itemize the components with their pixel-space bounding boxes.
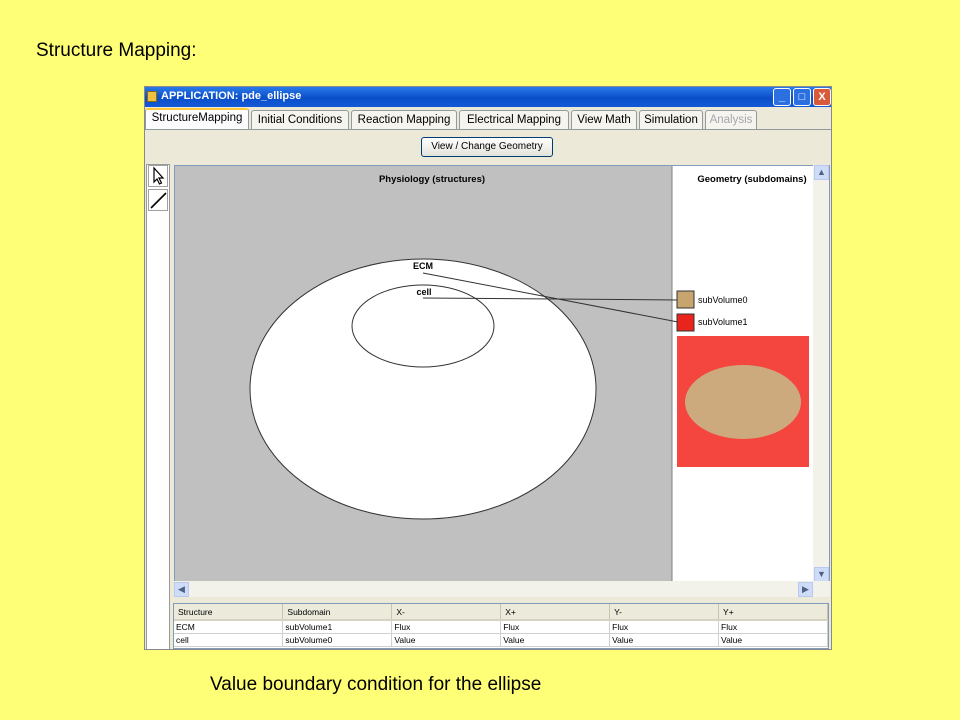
line-draw-icon [150,192,167,209]
table-cell[interactable]: Value [718,633,828,647]
line-tool-button[interactable] [148,189,168,211]
subvolume1-label: subVolume1 [698,317,748,327]
table-cell[interactable]: Flux [718,620,828,634]
table-cell[interactable]: Value [609,633,720,647]
physiology-header: Physiology (structures) [379,174,485,185]
table-cell[interactable]: subVolume1 [282,620,393,634]
table-cell[interactable]: Value [391,633,502,647]
column-header-x-plus[interactable]: X+ [500,604,611,621]
geometry-preview-ellipse [685,365,801,439]
select-tool-button[interactable] [148,165,168,187]
subvolume0-swatch[interactable] [676,290,695,309]
scroll-right-button[interactable]: ▶ [798,582,813,597]
tab-reaction-mapping[interactable]: Reaction Mapping [351,110,457,129]
maximize-button[interactable]: □ [793,88,811,106]
table-cell[interactable]: subVolume0 [282,633,393,647]
tab-simulation[interactable]: Simulation [639,110,703,129]
subvolume1-swatch[interactable] [676,313,695,332]
table-row[interactable]: cell subVolume0 Value Value Value Value [174,633,828,647]
scroll-down-button[interactable]: ▼ [814,567,829,582]
table-cell[interactable]: Value [500,633,611,647]
column-header-y-plus[interactable]: Y+ [718,604,828,621]
vertical-scrollbar[interactable]: ▲ ▼ [813,165,829,583]
tool-palette [146,164,170,649]
tab-view-math[interactable]: View Math [571,110,637,129]
app-icon [147,91,157,102]
tab-divider [145,129,831,130]
cell-ellipse[interactable] [351,284,495,368]
horizontal-scrollbar[interactable]: ◀ ▶ [174,581,830,597]
minimize-button[interactable]: _ [773,88,791,106]
tab-strip: StructureMapping Initial Conditions Reac… [145,108,831,130]
select-arrow-icon [153,166,165,185]
subvolume0-label: subVolume0 [698,295,748,305]
tab-initial-conditions[interactable]: Initial Conditions [251,110,349,129]
cell-label: cell [416,287,431,297]
application-window: APPLICATION: pde_ellipse _ □ X Structure… [144,86,832,650]
tab-electrical-mapping[interactable]: Electrical Mapping [459,110,569,129]
table-cell[interactable]: Flux [391,620,502,634]
tab-analysis: Analysis [705,110,757,129]
ecm-label: ECM [413,261,433,271]
structure-mapping-canvas[interactable]: Physiology (structures) Geometry (subdom… [174,165,830,583]
structure-mapping-table: Structure Subdomain X- X+ Y- Y+ ECM subV… [173,603,829,649]
slide-caption: Value boundary condition for the ellipse [210,674,542,695]
window-titlebar[interactable]: APPLICATION: pde_ellipse _ □ X [145,87,831,107]
table-cell[interactable]: Flux [609,620,720,634]
table-cell[interactable]: ECM [174,620,284,634]
table-cell[interactable]: Flux [500,620,611,634]
close-button[interactable]: X [813,88,831,106]
table-cell[interactable]: cell [174,633,284,647]
mapping-diagram: Physiology (structures) Geometry (subdom… [175,166,814,582]
column-header-y-minus[interactable]: Y- [609,604,720,621]
column-header-x-minus[interactable]: X- [391,604,502,621]
table-row[interactable]: ECM subVolume1 Flux Flux Flux Flux [174,620,828,634]
scroll-up-button[interactable]: ▲ [814,165,829,180]
column-header-subdomain[interactable]: Subdomain [282,604,393,621]
window-title: APPLICATION: pde_ellipse [161,90,302,102]
view-change-geometry-button[interactable]: View / Change Geometry [421,137,553,157]
tab-structure-mapping[interactable]: StructureMapping [145,108,249,129]
table-header-row: Structure Subdomain X- X+ Y- Y+ [174,604,828,621]
geometry-header: Geometry (subdomains) [697,174,806,185]
column-header-structure[interactable]: Structure [174,604,284,621]
slide-title: Structure Mapping: [36,40,197,61]
scroll-left-button[interactable]: ◀ [174,582,189,597]
